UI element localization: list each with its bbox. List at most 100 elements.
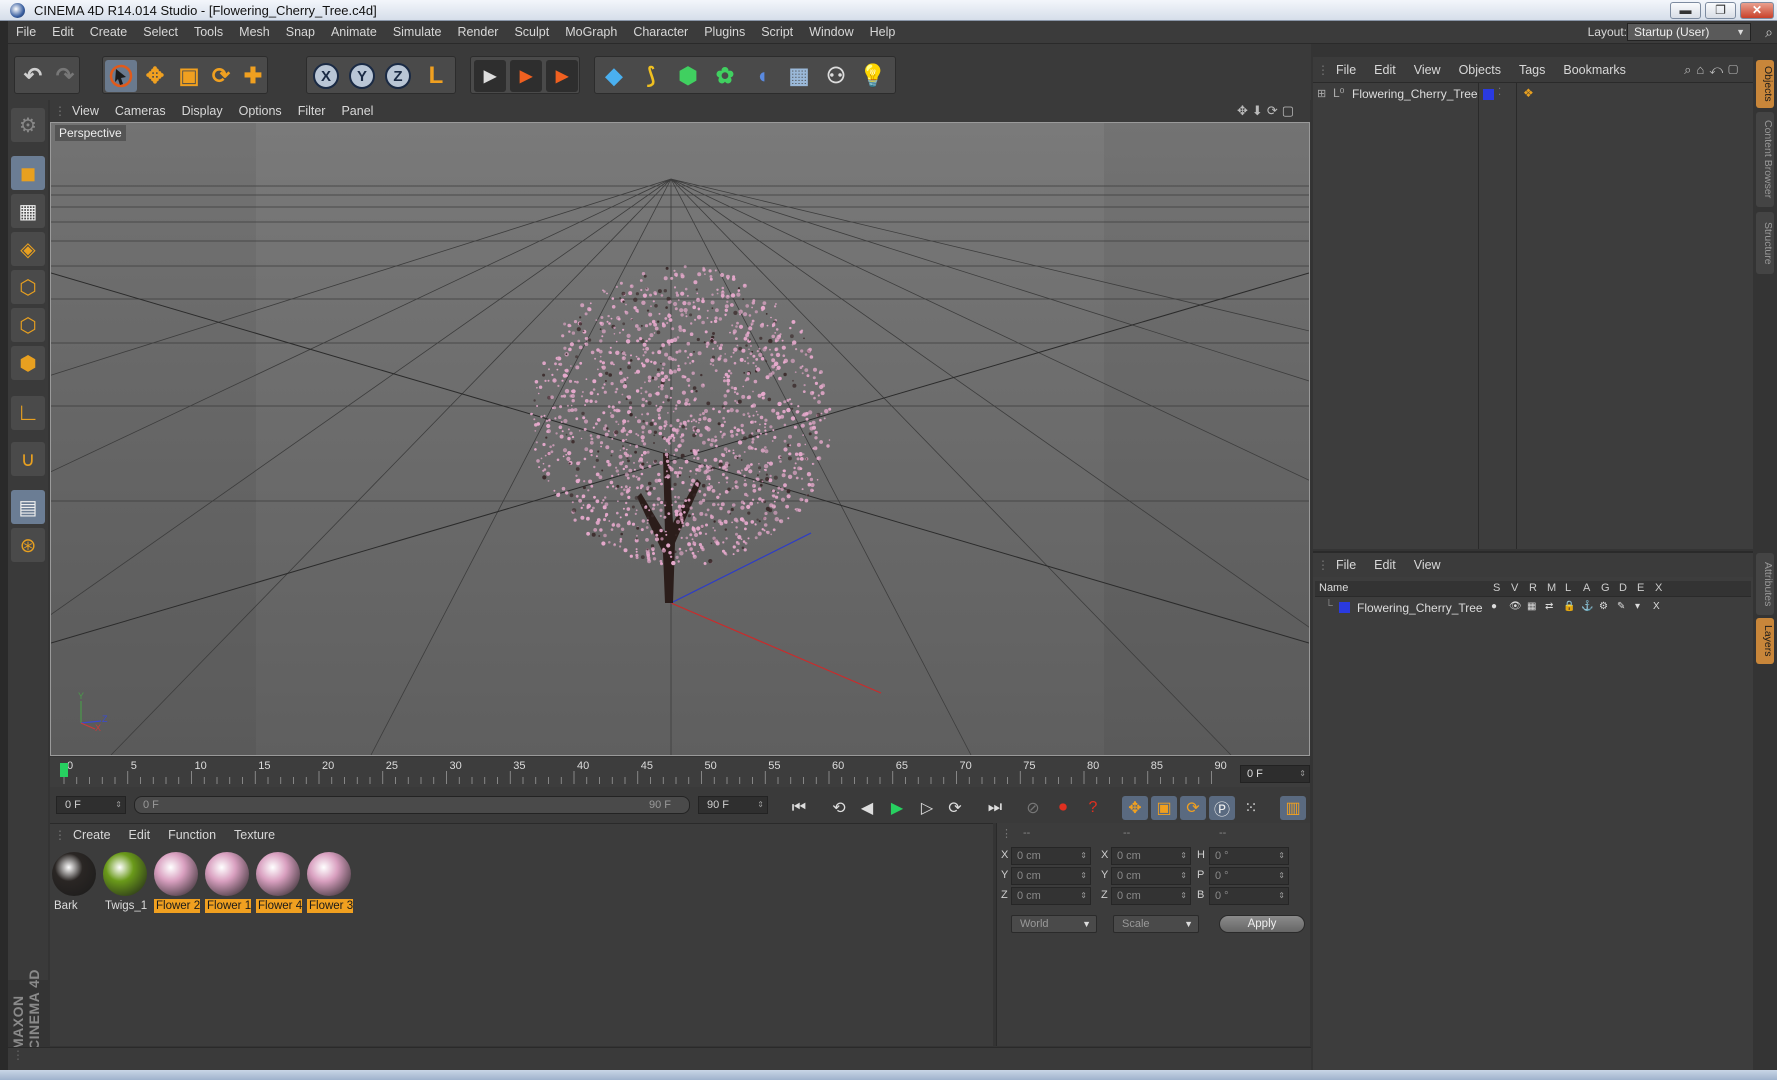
viewport-menu-panel[interactable]: Panel	[333, 100, 381, 122]
object-menu-objects[interactable]: Objects	[1450, 57, 1510, 83]
camera-button[interactable]: ⚇	[820, 60, 852, 92]
workplane-lock-icon[interactable]: ▤	[11, 490, 45, 524]
layer-flag-toggle-icon[interactable]: ✎	[1617, 601, 1625, 612]
layer-flag-header[interactable]: E	[1637, 582, 1644, 594]
keyframe-help-icon[interactable]: ?	[1080, 796, 1106, 820]
current-frame-field[interactable]: 0 F ⇕	[1240, 765, 1310, 783]
viewport-navigation-icons[interactable]: ✥⬇⟳▢	[1237, 103, 1298, 119]
record-keys-icon[interactable]: ⊘	[1020, 796, 1046, 820]
coordinate-value-field[interactable]: 0 cm ⇕	[1111, 887, 1191, 905]
timeline-window-icon[interactable]: ▥	[1280, 796, 1306, 820]
layer-flag-header[interactable]: X	[1655, 582, 1662, 594]
coordinate-value-field[interactable]: 0 cm ⇕	[1011, 867, 1091, 885]
material-thumbnail[interactable]: Flower 3	[307, 852, 353, 916]
coordinate-value-field[interactable]: 0 cm ⇕	[1011, 847, 1091, 865]
z-axis-lock-button[interactable]: Z	[385, 63, 411, 89]
coordinate-value-field[interactable]: 0 cm ⇕	[1111, 867, 1191, 885]
redo-icon[interactable]: ↷	[49, 60, 81, 92]
render-view-button[interactable]: ▶	[474, 60, 506, 92]
array-button[interactable]: ✿	[709, 60, 741, 92]
start-frame-field[interactable]: 0 F ⇕	[56, 796, 126, 814]
menu-sculpt[interactable]: Sculpt	[506, 21, 557, 44]
menu-mesh[interactable]: Mesh	[231, 21, 278, 44]
workplane-mode-icon[interactable]: ◈	[11, 232, 45, 266]
timeline-ruler[interactable]: 0 5 10 15 20 25 30 35 40 45 50 55 60 65 70 75 80 85 90	[50, 757, 1310, 787]
material-menu-function[interactable]: Function	[159, 824, 225, 846]
material-thumbnail[interactable]: Flower 1	[205, 852, 251, 916]
viewport-menu-view[interactable]: View	[64, 100, 107, 122]
layer-flag-toggle-icon[interactable]: ▦	[1527, 601, 1536, 612]
viewport-menu-options[interactable]: Options	[231, 100, 290, 122]
object-name[interactable]: Flowering_Cherry_Tree	[1352, 87, 1478, 101]
layer-menu-view[interactable]: View	[1405, 553, 1450, 577]
tag-icon[interactable]: ❖	[1523, 86, 1534, 100]
minimize-button[interactable]: ▬	[1670, 2, 1701, 19]
layer-flag-toggle-icon[interactable]: 👁	[1509, 601, 1522, 612]
layer-flag-toggle-icon[interactable]: ●	[1491, 601, 1497, 612]
layer-flag-header[interactable]: L	[1565, 582, 1571, 594]
viewport-menu-filter[interactable]: Filter	[290, 100, 334, 122]
menu-window[interactable]: Window	[801, 21, 861, 44]
goto-end-button[interactable]: ⏭	[982, 796, 1008, 820]
object-menu-tags[interactable]: Tags	[1510, 57, 1554, 83]
spline-button[interactable]: ⟆	[635, 60, 667, 92]
coordinate-value-field[interactable]: 0 ° ⇕	[1209, 887, 1289, 905]
layer-flag-header[interactable]: G	[1601, 582, 1610, 594]
make-editable-icon[interactable]: ⚙	[11, 108, 45, 142]
menu-edit[interactable]: Edit	[44, 21, 82, 44]
polygons-mode-icon[interactable]: ⬢	[11, 346, 45, 380]
previous-frame-button[interactable]: ◀	[854, 796, 880, 820]
render-settings-button[interactable]: ▶	[546, 60, 578, 92]
layer-flag-toggle-icon[interactable]: X	[1653, 601, 1660, 612]
restore-button[interactable]: ❐	[1705, 2, 1736, 19]
deformer-button[interactable]: ◖	[746, 60, 778, 92]
soft-selection-icon[interactable]: ⊛	[11, 528, 45, 562]
material-thumbnail[interactable]: Bark	[52, 852, 98, 916]
expand-icon[interactable]: ⊞	[1317, 87, 1326, 100]
next-frame-button[interactable]: ▷	[914, 796, 940, 820]
snap-magnet-icon[interactable]: ∪	[11, 442, 45, 476]
layer-row[interactable]: └ Flowering_Cherry_Tree ● 👁 ▦ ⇄ 🔒 ⚓ ⚙ ✎ ▾ X	[1315, 599, 1751, 617]
axis-mode-icon[interactable]: ∟	[11, 396, 45, 430]
apply-button[interactable]: Apply	[1219, 915, 1305, 933]
y-axis-lock-button[interactable]: Y	[349, 63, 375, 89]
material-menu-texture[interactable]: Texture	[225, 824, 284, 846]
tab-structure[interactable]: Structure	[1756, 212, 1774, 274]
object-menu-edit[interactable]: Edit	[1365, 57, 1405, 83]
coordinate-system-button[interactable]: L	[420, 60, 452, 92]
menu-animate[interactable]: Animate	[323, 21, 385, 44]
undo-icon[interactable]: ↶	[17, 60, 49, 92]
tab-objects[interactable]: Objects	[1756, 60, 1774, 108]
play-button[interactable]: ▶	[884, 796, 910, 820]
key-pla-icon[interactable]: ⁙	[1238, 796, 1264, 820]
nurbs-button[interactable]: ⬢	[672, 60, 704, 92]
material-thumbnail[interactable]: Twigs_1	[103, 852, 149, 916]
search-icon[interactable]: ⌕	[1765, 24, 1773, 41]
material-thumbnail[interactable]: Flower 2	[154, 852, 200, 916]
x-axis-lock-button[interactable]: X	[313, 63, 339, 89]
menu-simulate[interactable]: Simulate	[385, 21, 450, 44]
menu-help[interactable]: Help	[862, 21, 904, 44]
layer-flag-header[interactable]: D	[1619, 582, 1627, 594]
layer-flag-toggle-icon[interactable]: ▾	[1635, 601, 1640, 612]
coordinate-value-field[interactable]: 0 cm ⇕	[1011, 887, 1091, 905]
preview-range-slider[interactable]: 0 F 90 F	[134, 796, 690, 814]
key-scale-icon[interactable]: ▣	[1151, 796, 1177, 820]
object-row[interactable]: ⊞ L⁰ Flowering_Cherry_Tree ⁚ ❖	[1313, 85, 1753, 103]
edges-mode-icon[interactable]: ⬡	[11, 308, 45, 342]
viewport-menu-display[interactable]: Display	[174, 100, 231, 122]
menu-script[interactable]: Script	[753, 21, 801, 44]
menu-plugins[interactable]: Plugins	[696, 21, 753, 44]
menu-render[interactable]: Render	[449, 21, 506, 44]
menu-file[interactable]: File	[8, 21, 44, 44]
material-menu-edit[interactable]: Edit	[120, 824, 160, 846]
move-tool-button[interactable]: ✥	[139, 60, 171, 92]
layer-menu-edit[interactable]: Edit	[1365, 553, 1405, 577]
rotate-tool-button[interactable]: ⟳	[205, 60, 237, 92]
coordinate-value-field[interactable]: 0 cm ⇕	[1111, 847, 1191, 865]
layer-flag-header[interactable]: R	[1529, 582, 1537, 594]
live-selection-button[interactable]	[105, 60, 137, 92]
layer-flag-header[interactable]: V	[1511, 582, 1518, 594]
menu-character[interactable]: Character	[625, 21, 696, 44]
menu-select[interactable]: Select	[135, 21, 186, 44]
